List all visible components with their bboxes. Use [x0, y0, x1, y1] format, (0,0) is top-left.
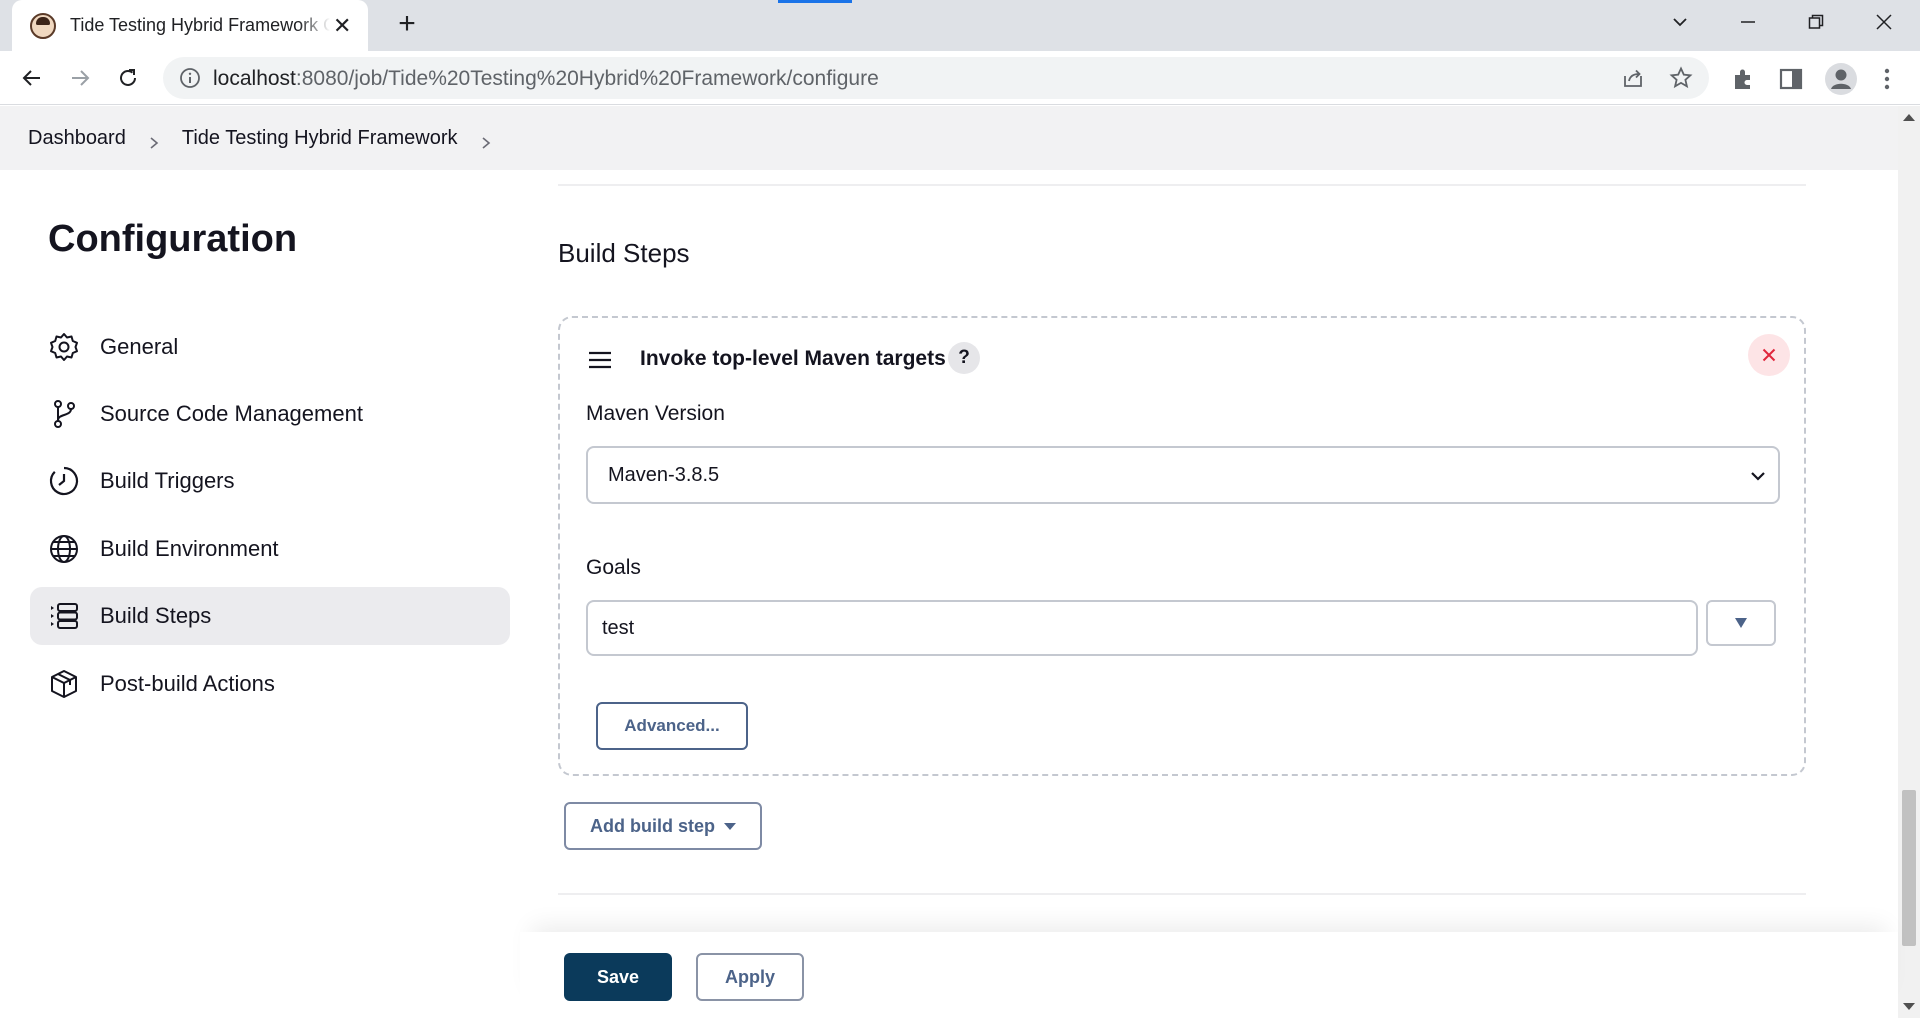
restore-icon[interactable]: [1788, 0, 1844, 44]
side-panel-icon[interactable]: [1778, 66, 1804, 92]
scroll-down-arrow-icon[interactable]: [1903, 1003, 1915, 1010]
minimize-icon[interactable]: [1720, 0, 1776, 44]
build-step-card: Invoke top-level Maven targets ? Maven V…: [558, 316, 1806, 776]
sidebar-item-build-steps[interactable]: Build Steps: [30, 587, 510, 645]
section-divider: [558, 184, 1806, 186]
drag-handle-icon[interactable]: [588, 351, 612, 369]
goals-label: Goals: [586, 556, 641, 579]
breadcrumb: Dashboard Tide Testing Hybrid Framework: [0, 106, 1898, 170]
bookmark-star-icon[interactable]: [1669, 66, 1693, 90]
url-text[interactable]: localhost:8080/job/Tide%20Testing%20Hybr…: [213, 67, 879, 91]
new-tab-button[interactable]: +: [390, 8, 424, 42]
browser-toolbar: localhost:8080/job/Tide%20Testing%20Hybr…: [0, 51, 1920, 105]
forward-arrow-icon[interactable]: [62, 60, 98, 96]
maven-version-label: Maven Version: [586, 402, 725, 425]
address-bar[interactable]: localhost:8080/job/Tide%20Testing%20Hybr…: [163, 57, 1709, 99]
tab-title: Tide Testing Hybrid Framework Config: [70, 15, 331, 35]
site-info-icon[interactable]: [179, 67, 201, 89]
add-build-step-label: Add build step: [590, 815, 715, 836]
chevron-right-icon: [148, 132, 160, 149]
share-icon[interactable]: [1621, 66, 1645, 90]
globe-icon: [48, 533, 80, 565]
breadcrumb-job[interactable]: Tide Testing Hybrid Framework: [182, 127, 458, 150]
reload-icon[interactable]: [110, 60, 146, 96]
goals-input[interactable]: test: [586, 600, 1698, 656]
browser-tabstrip: Tide Testing Hybrid Framework Config ✕ +: [0, 0, 1920, 51]
package-icon: [48, 668, 80, 700]
branch-icon: [48, 398, 80, 430]
advanced-button[interactable]: Advanced...: [596, 702, 748, 750]
scroll-up-arrow-icon[interactable]: [1903, 114, 1915, 121]
maven-version-select[interactable]: Maven-3.8.5: [586, 446, 1780, 504]
sidebar-item-source-code-management[interactable]: Source Code Management: [30, 385, 510, 443]
list-icon: [48, 600, 80, 632]
help-icon[interactable]: ?: [948, 342, 980, 374]
caret-down-icon: [724, 822, 736, 830]
apply-button[interactable]: Apply: [696, 953, 804, 1001]
sidebar-item-build-environment[interactable]: Build Environment: [30, 520, 510, 578]
tab-search-icon[interactable]: [1652, 0, 1708, 44]
tab-close-icon[interactable]: ✕: [330, 13, 354, 39]
page-title: Configuration: [48, 218, 298, 260]
sidebar-item-label: General: [100, 334, 179, 359]
add-build-step-button[interactable]: Add build step: [564, 802, 762, 850]
gear-icon: [48, 331, 80, 363]
sidebar-item-label: Source Code Management: [100, 401, 363, 426]
url-path: :8080/job/Tide%20Testing%20Hybrid%20Fram…: [295, 67, 879, 90]
chevron-down-icon: [1750, 467, 1766, 483]
remove-step-button[interactable]: [1748, 334, 1790, 376]
maven-version-value: Maven-3.8.5: [608, 463, 720, 486]
section-title: Build Steps: [558, 238, 690, 268]
triangle-down-icon: [1735, 618, 1747, 628]
profile-avatar-icon[interactable]: [1824, 62, 1858, 96]
sidebar-item-build-triggers[interactable]: Build Triggers: [30, 452, 510, 510]
chevron-right-icon[interactable]: [480, 132, 492, 149]
build-step-title: Invoke top-level Maven targets: [640, 347, 946, 370]
loading-indicator: [778, 0, 852, 3]
sidebar-item-label: Build Environment: [100, 536, 279, 561]
expand-textarea-button[interactable]: [1706, 600, 1776, 646]
chrome-menu-icon[interactable]: [1874, 66, 1900, 92]
sidebar-item-label: Post-build Actions: [100, 671, 275, 696]
extensions-puzzle-icon[interactable]: [1730, 66, 1756, 92]
sidebar-item-label: Build Steps: [100, 603, 212, 628]
browser-tab[interactable]: Tide Testing Hybrid Framework Config ✕: [12, 0, 368, 51]
sidebar-item-label: Build Triggers: [100, 468, 235, 493]
scroll-thumb[interactable]: [1902, 790, 1916, 946]
goals-value: test: [602, 616, 635, 639]
window-close-icon[interactable]: [1856, 0, 1912, 44]
save-button[interactable]: Save: [564, 953, 672, 1001]
sidebar-item-post-build-actions[interactable]: Post-build Actions: [30, 655, 510, 713]
url-host: localhost: [213, 67, 296, 90]
section-divider: [558, 893, 1806, 895]
page-scrollbar[interactable]: [1898, 106, 1920, 1018]
back-arrow-icon[interactable]: [14, 60, 50, 96]
jenkins-favicon-icon: [30, 12, 56, 39]
clock-icon: [48, 465, 80, 497]
close-icon: [1762, 348, 1776, 362]
breadcrumb-dashboard[interactable]: Dashboard: [28, 127, 126, 150]
sidebar-item-general[interactable]: General: [30, 318, 510, 376]
